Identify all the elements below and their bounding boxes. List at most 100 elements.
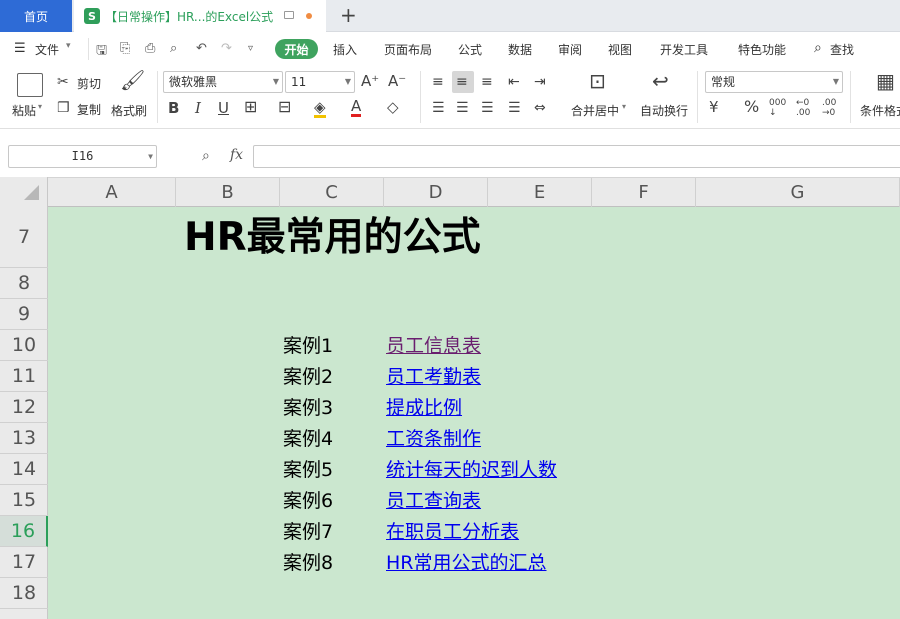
merge-center-icon[interactable]: ⊡ (589, 71, 606, 91)
column-header-d[interactable]: D (384, 178, 488, 207)
clear-format-icon[interactable]: ◇ (387, 99, 399, 115)
search-icon[interactable]: ⌕ (814, 40, 822, 56)
font-color-icon[interactable]: A (351, 98, 362, 117)
row-header[interactable]: 17 (0, 547, 48, 578)
number-format-select[interactable]: 常规 ▼ (705, 71, 843, 93)
row-header[interactable]: 10 (0, 330, 48, 361)
menu-file[interactable]: 文件 (35, 41, 59, 58)
new-tab-icon[interactable]: + (340, 4, 357, 26)
menu-page-layout[interactable]: 页面布局 (384, 41, 432, 58)
column-header-a[interactable]: A (48, 178, 176, 207)
row-header-selected[interactable]: 16 (0, 516, 48, 547)
redo-icon[interactable]: ↷ (221, 41, 232, 56)
align-top-icon[interactable]: ≡ (428, 71, 450, 93)
save-icon[interactable]: 🖫 (96, 41, 107, 63)
wrap-text-icon[interactable]: ↩ (652, 71, 669, 91)
increase-decimal-icon[interactable]: ←0.00 (796, 98, 810, 118)
cut-button[interactable]: 剪切 (77, 75, 101, 92)
row-header[interactable]: 12 (0, 392, 48, 423)
print-icon[interactable]: ⎙ (145, 41, 155, 56)
row-header[interactable]: 13 (0, 423, 48, 454)
menu-start[interactable]: 开始 (275, 39, 318, 59)
increase-indent-icon[interactable]: ⇥ (530, 71, 552, 93)
increase-font-icon[interactable]: A⁺ (361, 73, 379, 89)
case-link[interactable]: 员工考勤表 (386, 366, 481, 388)
row-header[interactable]: 11 (0, 361, 48, 392)
decrease-indent-icon[interactable]: ⇤ (504, 71, 526, 93)
font-size-select[interactable]: 11 ▼ (285, 71, 355, 93)
menu-developer[interactable]: 开发工具 (660, 41, 708, 58)
zoom-icon[interactable]: ⌕ (202, 148, 210, 164)
underline-icon[interactable]: U (218, 100, 229, 116)
currency-icon[interactable]: ¥ (709, 99, 719, 115)
menu-formulas[interactable]: 公式 (458, 41, 482, 58)
export-pdf-icon[interactable]: ⎘ (120, 41, 130, 56)
decrease-font-icon[interactable]: A⁻ (388, 73, 406, 89)
row-header[interactable]: 7 (0, 207, 48, 268)
merge-dropdown-icon[interactable]: ▾ (622, 102, 626, 111)
menu-special[interactable]: 特色功能 (738, 41, 786, 58)
scissors-icon[interactable]: ✂ (57, 74, 69, 90)
wrap-text-button[interactable]: 自动换行 (640, 102, 688, 119)
column-header-b[interactable]: B (176, 178, 280, 207)
menu-view[interactable]: 视图 (608, 41, 632, 58)
cell-style-icon[interactable]: ⊟ (278, 99, 291, 115)
paste-button[interactable]: 粘贴 (12, 102, 36, 119)
quick-access-more-icon[interactable]: ▿ (248, 43, 253, 54)
align-bottom-icon[interactable]: ≡ (477, 71, 499, 93)
distributed-icon[interactable]: ⇔ (530, 97, 552, 119)
align-center-icon[interactable]: ☰ (452, 97, 474, 119)
row-header[interactable]: 9 (0, 299, 48, 330)
align-middle-icon[interactable]: ≡ (452, 71, 474, 93)
case-link[interactable]: 在职员工分析表 (386, 521, 519, 543)
name-box[interactable]: I16 ▼ (8, 145, 157, 168)
column-header-g[interactable]: G (696, 178, 900, 207)
case-link[interactable]: HR常用公式的汇总 (386, 552, 547, 574)
column-header-c[interactable]: C (280, 178, 384, 207)
thousands-separator-icon[interactable]: 000 ↓ (769, 98, 786, 118)
format-painter-icon[interactable]: 🖌 (120, 70, 145, 90)
row-header[interactable]: 18 (0, 578, 48, 609)
justify-icon[interactable]: ☰ (504, 97, 526, 119)
print-preview-icon[interactable]: ⌕ (170, 41, 177, 56)
bold-icon[interactable]: B (168, 100, 179, 116)
row-header[interactable]: 14 (0, 454, 48, 485)
merge-center-button[interactable]: 合并居中 (571, 102, 619, 119)
copy-icon[interactable]: ❐ (57, 100, 70, 116)
case-link[interactable]: 统计每天的迟到人数 (386, 459, 557, 481)
column-header-e[interactable]: E (488, 178, 592, 207)
menu-insert[interactable]: 插入 (333, 41, 357, 58)
italic-icon[interactable]: I (195, 100, 201, 116)
percent-icon[interactable]: % (744, 99, 759, 115)
monitor-icon[interactable] (284, 11, 294, 19)
document-tab-title: 【日常操作】HR...的Excel公式 (105, 9, 274, 24)
conditional-format-button[interactable]: 条件格式 (860, 102, 900, 119)
case-link[interactable]: 提成比例 (386, 397, 462, 419)
column-header-f[interactable]: F (592, 178, 696, 207)
fill-color-icon[interactable]: ◈ (314, 99, 326, 118)
hamburger-icon[interactable]: ☰ (14, 41, 26, 56)
decrease-decimal-icon[interactable]: .00 →0 (822, 98, 836, 118)
row-header[interactable]: 8 (0, 268, 48, 299)
chevron-down-icon[interactable]: ▾ (66, 41, 71, 51)
undo-icon[interactable]: ↶ (196, 41, 207, 56)
paste-dropdown-icon[interactable]: ▾ (38, 102, 42, 111)
format-painter-button[interactable]: 格式刷 (111, 102, 147, 119)
align-right-icon[interactable]: ☰ (477, 97, 499, 119)
copy-button[interactable]: 复制 (77, 101, 101, 118)
align-left-icon[interactable]: ☰ (428, 97, 450, 119)
menu-search[interactable]: 查找 (830, 41, 854, 58)
conditional-format-icon[interactable]: ▦ (876, 71, 895, 91)
case-link[interactable]: 员工查询表 (386, 490, 481, 512)
row-header[interactable]: 15 (0, 485, 48, 516)
case-link[interactable]: 员工信息表 (386, 335, 481, 357)
fx-icon[interactable]: fx (230, 147, 243, 163)
paste-icon[interactable] (17, 73, 43, 97)
font-name-select[interactable]: 微软雅黑 ▼ (163, 71, 283, 93)
menu-review[interactable]: 审阅 (558, 41, 582, 58)
border-icon[interactable]: ⊞ (244, 99, 257, 115)
case-link[interactable]: 工资条制作 (386, 428, 481, 450)
home-tab[interactable]: 首页 (0, 0, 72, 32)
formula-input[interactable] (253, 145, 900, 168)
menu-data[interactable]: 数据 (508, 41, 532, 58)
